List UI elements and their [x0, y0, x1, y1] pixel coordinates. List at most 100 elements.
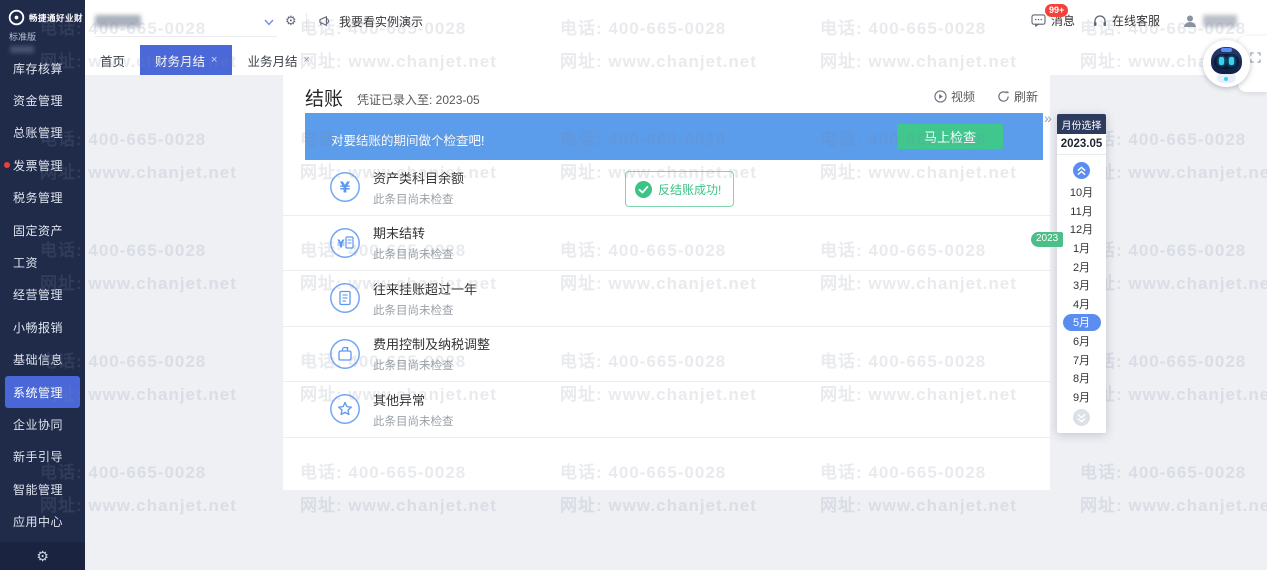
sidebar-item-smart-mgmt[interactable]: 智能管理 [0, 473, 85, 505]
chevron-down-icon[interactable] [262, 15, 276, 29]
month-item[interactable]: 6月 [1057, 332, 1106, 351]
app-edition: 标准版 [9, 32, 37, 42]
svg-text:¥: ¥ [340, 179, 351, 197]
demo-link[interactable]: 我要看实例演示 [318, 13, 423, 30]
check-item-expense-tax-adjust[interactable]: 费用控制及纳税调整 此条目尚未检查 [283, 327, 1050, 382]
month-item[interactable]: 2月 [1057, 257, 1106, 276]
panel-collapse-icon[interactable]: » [1044, 110, 1052, 126]
watermark-text: 网址: www.chanjet.net [560, 496, 757, 515]
app-logo: 畅捷通好业财 [0, 0, 85, 26]
watermark-text: 网址: www.chanjet.net [300, 496, 497, 515]
watermark-text: 网址: www.chanjet.net [820, 496, 1017, 515]
chat-bubble-icon [1031, 14, 1046, 27]
yen-circle-icon: ¥ [330, 172, 360, 203]
assistant-robot-avatar[interactable] [1203, 40, 1250, 87]
document-icon [330, 283, 360, 314]
month-list: 10月 11月 12月 1月 2月 3月 4月 5月 6月 7月 8月 9月 [1057, 183, 1106, 406]
check-now-button[interactable]: 马上检查 [897, 124, 1003, 149]
check-circle-icon [635, 180, 652, 198]
month-item[interactable]: 9月 [1057, 388, 1106, 407]
watermark-text: 网址: www.chanjet.net [1080, 385, 1267, 404]
scroll-down-button[interactable] [1073, 409, 1090, 427]
month-item[interactable]: 10月 [1057, 183, 1106, 202]
sidebar-item-operations[interactable]: 经营管理 [0, 279, 85, 311]
sidebar-item-invoice[interactable]: 发票管理 [0, 149, 85, 181]
chevron-double-up-icon [1077, 165, 1086, 175]
sidebar-settings-button[interactable]: ⚙ [0, 542, 85, 570]
month-item[interactable]: 4月 [1057, 295, 1106, 314]
month-item[interactable]: 8月 [1057, 369, 1106, 388]
watermark-text: 网址: www.chanjet.net [1080, 274, 1267, 293]
refresh-icon [998, 90, 1010, 102]
topbar: ⚙ 我要看实例演示 消息 99+ 在线客服 [85, 0, 1267, 45]
star-icon [330, 394, 360, 425]
gear-icon[interactable]: ⚙ [285, 13, 297, 29]
month-item[interactable]: 3月 [1057, 276, 1106, 295]
divider [95, 36, 277, 37]
messages-count-badge: 99+ [1044, 4, 1069, 17]
username-blurred [1203, 14, 1237, 27]
page-title: 结账 [305, 89, 344, 110]
check-item-aged-open-items[interactable]: 往来挂账超过一年 此条目尚未检查 [283, 271, 1050, 327]
sidebar-item-collaboration[interactable]: 企业协同 [0, 408, 85, 440]
svg-text:¥: ¥ [337, 237, 345, 250]
month-item[interactable]: 1月 [1057, 239, 1106, 258]
toast-success: 反结账成功! [625, 171, 735, 207]
chevron-double-down-icon [1077, 413, 1086, 423]
current-period: 2023.05 [1057, 134, 1106, 155]
tab-bar: 首页 财务月结 × 业务月结 × [85, 45, 1267, 75]
watermark-text: 网址: www.chanjet.net [1080, 496, 1267, 515]
divider [306, 13, 307, 29]
sidebar-item-ledger[interactable]: 总账管理 [0, 117, 85, 149]
check-item-period-end-transfer[interactable]: ¥ 期末结转 此条目尚未检查 [283, 216, 1050, 271]
close-icon[interactable]: × [303, 54, 309, 66]
sidebar-item-funds[interactable]: 资金管理 [0, 84, 85, 116]
sidebar-item-app-center[interactable]: 应用中心 [0, 505, 85, 537]
scroll-up-button[interactable] [1073, 162, 1090, 179]
month-item[interactable]: 12月 [1057, 220, 1106, 239]
sidebar: 畅捷通好业财 标准版 库存核算 资金管理 总账管理 发票管理 税务管理 固定资产… [0, 0, 85, 570]
briefcase-icon [330, 338, 360, 369]
user-icon [1184, 15, 1196, 27]
toast-message: 反结账成功! [658, 182, 722, 197]
month-selector-panel: 月份选择 2023.05 10月 11月 12月 1月 2月 3月 4月 5月 … [1031, 114, 1106, 434]
sidebar-item-system-mgmt[interactable]: 系统管理 [5, 375, 80, 409]
check-item-other-anomalies[interactable]: 其他异常 此条目尚未检查 [283, 382, 1050, 438]
sidebar-item-expense[interactable]: 小畅报销 [0, 311, 85, 343]
video-button[interactable]: 视频 [934, 88, 975, 105]
close-icon[interactable]: × [211, 54, 217, 66]
watermark-text: 电话: 400-665-0028 [1080, 463, 1247, 482]
voucher-status-text: 凭证已录入至: 2023-05 [357, 93, 480, 107]
tab-finance-month-close[interactable]: 财务月结 × [140, 45, 233, 75]
sidebar-item-basic-info[interactable]: 基础信息 [0, 344, 85, 376]
tab-home[interactable]: 首页 [85, 45, 140, 75]
sidebar-item-payroll[interactable]: 工资 [0, 246, 85, 278]
sidebar-item-beginner-guide[interactable]: 新手引导 [0, 441, 85, 473]
messages-button[interactable]: 消息 99+ [1031, 4, 1075, 29]
app-name: 畅捷通好业财 [29, 12, 84, 23]
user-account[interactable] [1182, 13, 1237, 29]
month-item-selected[interactable]: 5月 [1057, 313, 1106, 332]
sidebar-item-inventory[interactable]: 库存核算 [0, 52, 85, 84]
fullscreen-icon[interactable] [1250, 52, 1261, 63]
online-support-button[interactable]: 在线客服 [1093, 12, 1160, 29]
sidebar-item-fixed-assets[interactable]: 固定资产 [0, 214, 85, 246]
refresh-button[interactable]: 刷新 [997, 88, 1038, 105]
yen-document-icon: ¥ [330, 227, 360, 258]
company-name-blurred[interactable] [95, 15, 141, 27]
sidebar-item-tax[interactable]: 税务管理 [0, 182, 85, 214]
watermark-text: 网址: www.chanjet.net [1080, 163, 1267, 182]
sidebar-nav: 库存核算 资金管理 总账管理 发票管理 税务管理 固定资产 工资 经营管理 小畅… [0, 52, 85, 538]
tab-business-month-close[interactable]: 业务月结 × [232, 45, 324, 75]
headset-icon [1093, 14, 1106, 26]
app-logo-icon [8, 9, 25, 26]
play-circle-icon [934, 90, 947, 103]
megaphone-icon [319, 16, 330, 27]
year-tag: 2023 [1031, 232, 1064, 247]
banner-message: 对要结账的期间做个检查吧! [331, 134, 485, 148]
month-panel-title: 月份选择 [1057, 114, 1106, 134]
month-item[interactable]: 7月 [1057, 350, 1106, 369]
closing-card: 结账 凭证已录入至: 2023-05 视频 刷新 对要结账的期间做个检查吧! 马… [283, 75, 1050, 490]
notification-dot [4, 162, 10, 169]
month-item[interactable]: 11月 [1057, 202, 1106, 221]
